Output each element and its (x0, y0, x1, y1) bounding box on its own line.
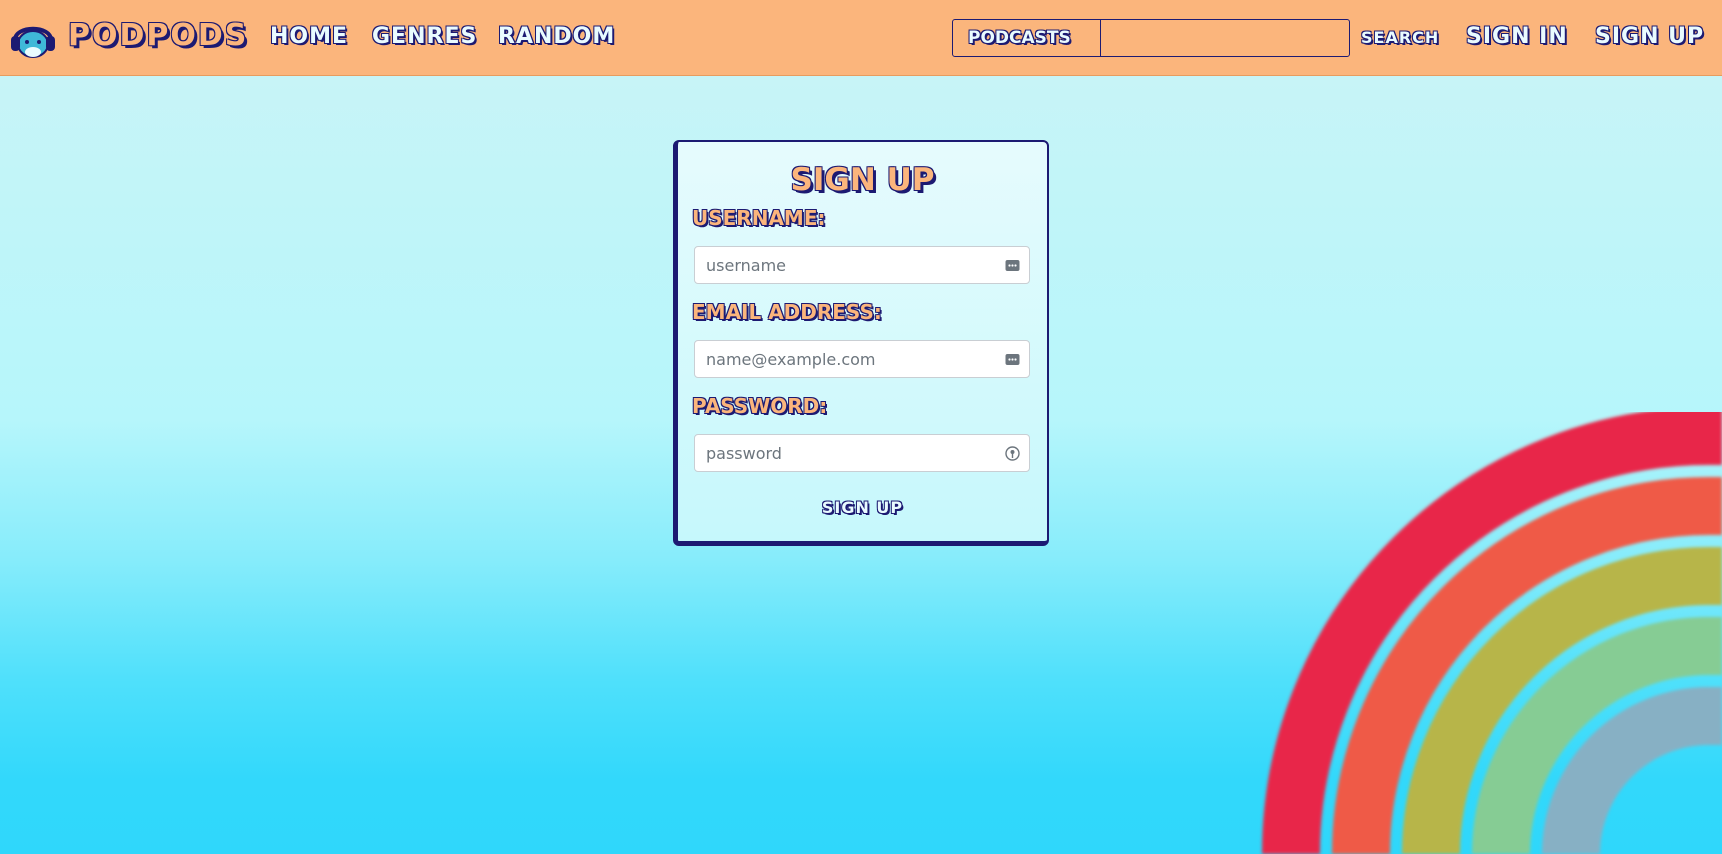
email-input[interactable] (695, 341, 1029, 377)
rainbow-band-blue (1542, 687, 1722, 854)
password-manager-icon[interactable] (1005, 258, 1020, 273)
signup-card: SIGN UP USERNAME: EMAIL ADDRESS: PASSWOR… (673, 140, 1049, 546)
password-input[interactable] (695, 435, 1029, 471)
password-manager-icon[interactable] (1005, 352, 1020, 367)
sign-in-link[interactable]: SIGN IN (1466, 24, 1568, 49)
signup-title: SIGN UP (790, 162, 935, 198)
navbar: PODPODS HOME GENRES RANDOM PODCASTS SEAR… (0, 0, 1722, 76)
search-bar: PODCASTS (952, 19, 1350, 58)
nav-link-random[interactable]: RANDOM (498, 24, 615, 49)
email-field-wrapper (694, 340, 1030, 378)
username-label: USERNAME: (692, 206, 826, 230)
email-label: EMAIL ADDRESS: (692, 300, 882, 324)
key-icon[interactable] (1005, 446, 1020, 461)
search-button[interactable]: SEARCH (1361, 28, 1439, 47)
sign-up-link[interactable]: SIGN UP (1595, 24, 1704, 49)
password-field-wrapper (694, 434, 1030, 472)
nav-link-genres[interactable]: GENRES (372, 24, 477, 49)
signup-submit-button[interactable]: SIGN UP (678, 498, 1047, 517)
headphones-mascot-icon[interactable] (10, 16, 56, 60)
username-input[interactable] (695, 247, 1029, 283)
search-input[interactable] (1101, 20, 1349, 58)
username-field-wrapper (694, 246, 1030, 284)
nav-link-home[interactable]: HOME (270, 24, 348, 49)
search-category-select[interactable]: PODCASTS (953, 20, 1101, 56)
brand-logo-text[interactable]: PODPODS (68, 18, 248, 53)
password-label: PASSWORD: (692, 394, 828, 418)
rainbow-decoration (1262, 412, 1722, 854)
